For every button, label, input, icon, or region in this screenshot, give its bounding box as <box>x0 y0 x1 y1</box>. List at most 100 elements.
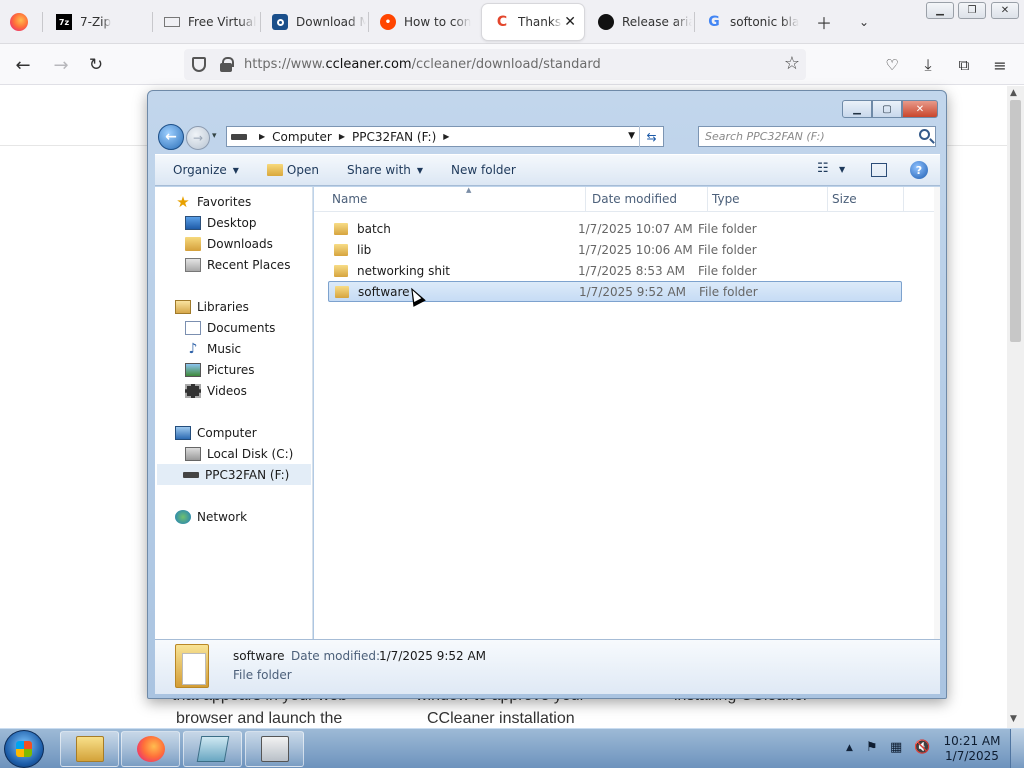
breadcrumb-arrow-icon[interactable]: ▶ <box>335 132 349 141</box>
column-header-type[interactable]: Type <box>708 187 828 211</box>
libraries-icon <box>175 299 191 314</box>
explorer-back-icon[interactable]: ← <box>158 124 184 150</box>
nav-local-disk[interactable]: Local Disk (C:) <box>185 443 293 464</box>
column-header-size[interactable]: Size <box>828 187 904 211</box>
show-desktop-button[interactable] <box>1010 729 1024 768</box>
show-hidden-icons-arrow-icon[interactable]: ▲ <box>846 743 853 753</box>
bookmark-star-icon[interactable]: ☆ <box>784 53 800 74</box>
lock-icon[interactable] <box>220 57 234 72</box>
nav-network[interactable]: Network <box>175 506 247 527</box>
explorer-forward-icon[interactable]: → <box>186 126 210 150</box>
breadcrumb-computer[interactable]: Computer <box>269 130 335 144</box>
address-bar[interactable]: ▶ Computer ▶ PPC32FAN (F:) ▶ ▼ ⇆ <box>226 126 664 147</box>
tab-download[interactable]: Download M <box>260 4 366 40</box>
explorer-window[interactable]: ▁ ▢ ✕ ← → ▾ ▶ Computer ▶ PPC32FAN (F:) ▶… <box>147 90 947 699</box>
window-restore-icon[interactable]: ❐ <box>958 2 986 19</box>
taskbar-firefox[interactable] <box>121 731 180 767</box>
close-tab-icon[interactable]: ✕ <box>564 14 576 30</box>
breadcrumb-arrow-icon[interactable]: ▶ <box>439 132 453 141</box>
extensions-icon[interactable]: ⧉ <box>951 52 977 78</box>
nav-usb-drive-selected[interactable]: PPC32FAN (F:) <box>157 464 311 485</box>
search-input[interactable]: Search PPC32FAN (F:) <box>698 126 936 147</box>
nav-videos[interactable]: Videos <box>185 380 247 401</box>
address-dropdown-icon[interactable]: ▼ <box>628 131 635 141</box>
tab-thanks-active[interactable]: C Thanks fo ✕ <box>482 4 584 40</box>
new-folder-button[interactable]: New folder <box>441 155 526 185</box>
hamburger-menu-icon[interactable]: ≡ <box>987 52 1013 78</box>
table-row[interactable]: batch 1/7/2025 10:07 AM File folder <box>328 218 902 239</box>
table-row[interactable]: networking shit 1/7/2025 8:53 AM File fo… <box>328 260 902 281</box>
nav-pictures[interactable]: Pictures <box>185 359 255 380</box>
help-icon[interactable]: ? <box>910 161 928 179</box>
7zip-icon: 7z <box>56 14 72 30</box>
view-options-icon[interactable]: ☷ <box>817 161 829 176</box>
action-center-flag-icon[interactable]: ⚑ <box>866 740 878 755</box>
scroll-down-icon[interactable]: ▼ <box>1010 714 1017 724</box>
scroll-up-icon[interactable]: ▲ <box>1010 88 1017 98</box>
page-scrollbar[interactable]: ▲ ▼ <box>1007 86 1024 728</box>
music-note-icon: ♪ <box>188 340 198 357</box>
nav-recent-places[interactable]: Recent Places <box>185 254 290 275</box>
organize-button[interactable]: Organize ▼ <box>155 155 249 185</box>
back-arrow-icon[interactable]: ← <box>10 52 36 78</box>
pocket-icon[interactable]: ♡ <box>879 52 905 78</box>
nav-computer[interactable]: Computer <box>175 422 257 443</box>
nav-music[interactable]: ♪ Music <box>185 338 242 359</box>
taskbar-system-restore[interactable] <box>183 731 242 767</box>
nav-documents[interactable]: Documents <box>185 317 275 338</box>
refresh-icon[interactable]: ⇆ <box>639 126 663 147</box>
tab-how-to[interactable]: • How to con <box>368 4 474 40</box>
forward-arrow-icon[interactable]: → <box>48 52 74 78</box>
taskbar-calculator[interactable] <box>245 731 304 767</box>
column-header-date[interactable]: Date modified <box>588 187 708 211</box>
taskbar-explorer[interactable] <box>60 731 119 767</box>
explorer-maximize-icon[interactable]: ▢ <box>872 100 902 118</box>
tab-release[interactable]: Release aria <box>586 4 692 40</box>
window-close-icon[interactable]: ✕ <box>991 2 1019 19</box>
new-tab-plus-icon[interactable]: ＋ <box>812 10 836 34</box>
firefox-menu-icon[interactable] <box>10 13 28 31</box>
history-dropdown-icon[interactable]: ▾ <box>212 131 217 141</box>
tab-7zip[interactable]: 7z 7-Zip <box>44 4 150 40</box>
open-button[interactable]: Open <box>257 155 329 185</box>
nav-favorites[interactable]: ★ Favorites <box>175 191 251 212</box>
network-tray-icon[interactable]: ▦ <box>890 740 902 755</box>
window-minimize-icon[interactable]: ▁ <box>926 2 954 19</box>
file-list[interactable]: Name ▲ Date modified Type Size batch 1/7/… <box>314 186 940 639</box>
url-bar[interactable]: https://www.ccleaner.com/ccleaner/downlo… <box>184 49 806 80</box>
system-restore-icon <box>196 736 229 762</box>
nav-downloads[interactable]: Downloads <box>185 233 273 254</box>
table-row[interactable]: lib 1/7/2025 10:06 AM File folder <box>328 239 902 260</box>
view-dropdown-icon[interactable]: ▼ <box>839 165 845 174</box>
reload-icon[interactable]: ↻ <box>83 52 109 78</box>
breadcrumb-drive[interactable]: PPC32FAN (F:) <box>349 130 439 144</box>
square-logo-icon <box>272 14 288 30</box>
volume-muted-icon[interactable]: 🔇 <box>914 740 930 755</box>
tab-list-chevron-icon[interactable]: ⌄ <box>852 10 876 34</box>
usb-drive-icon <box>183 471 199 478</box>
breadcrumb-arrow-icon[interactable]: ▶ <box>255 132 269 141</box>
pictures-icon <box>185 362 201 377</box>
tab-free-virtual[interactable]: Free Virtual <box>152 4 258 40</box>
explorer-minimize-icon[interactable]: ▁ <box>842 100 872 118</box>
file-list-scrollbar[interactable] <box>934 187 940 639</box>
url-text[interactable]: https://www.ccleaner.com/ccleaner/downlo… <box>244 57 601 72</box>
star-icon: ★ <box>176 192 190 211</box>
tab-softonic[interactable]: G softonic bla <box>694 4 802 40</box>
system-clock[interactable]: 10:21 AM 1/7/2025 <box>940 734 1004 764</box>
scrollbar-thumb[interactable] <box>1010 100 1021 342</box>
explorer-close-icon[interactable]: ✕ <box>902 100 938 118</box>
nav-libraries[interactable]: Libraries <box>175 296 249 317</box>
header-divider <box>314 211 940 212</box>
search-icon[interactable] <box>919 129 930 140</box>
downloads-folder-icon <box>185 236 201 251</box>
nav-desktop[interactable]: Desktop <box>185 212 257 233</box>
explorer-window-controls: ▁ ▢ ✕ <box>842 100 938 118</box>
tracking-shield-icon[interactable] <box>192 57 206 72</box>
share-with-button[interactable]: Share with ▼ <box>337 155 433 185</box>
desktop-icon <box>185 215 201 230</box>
downloads-icon[interactable]: ⤓ <box>915 52 941 78</box>
column-header-name[interactable]: Name ▲ <box>328 186 586 211</box>
start-button-windows-icon[interactable] <box>4 730 44 768</box>
preview-pane-icon[interactable] <box>871 163 887 177</box>
